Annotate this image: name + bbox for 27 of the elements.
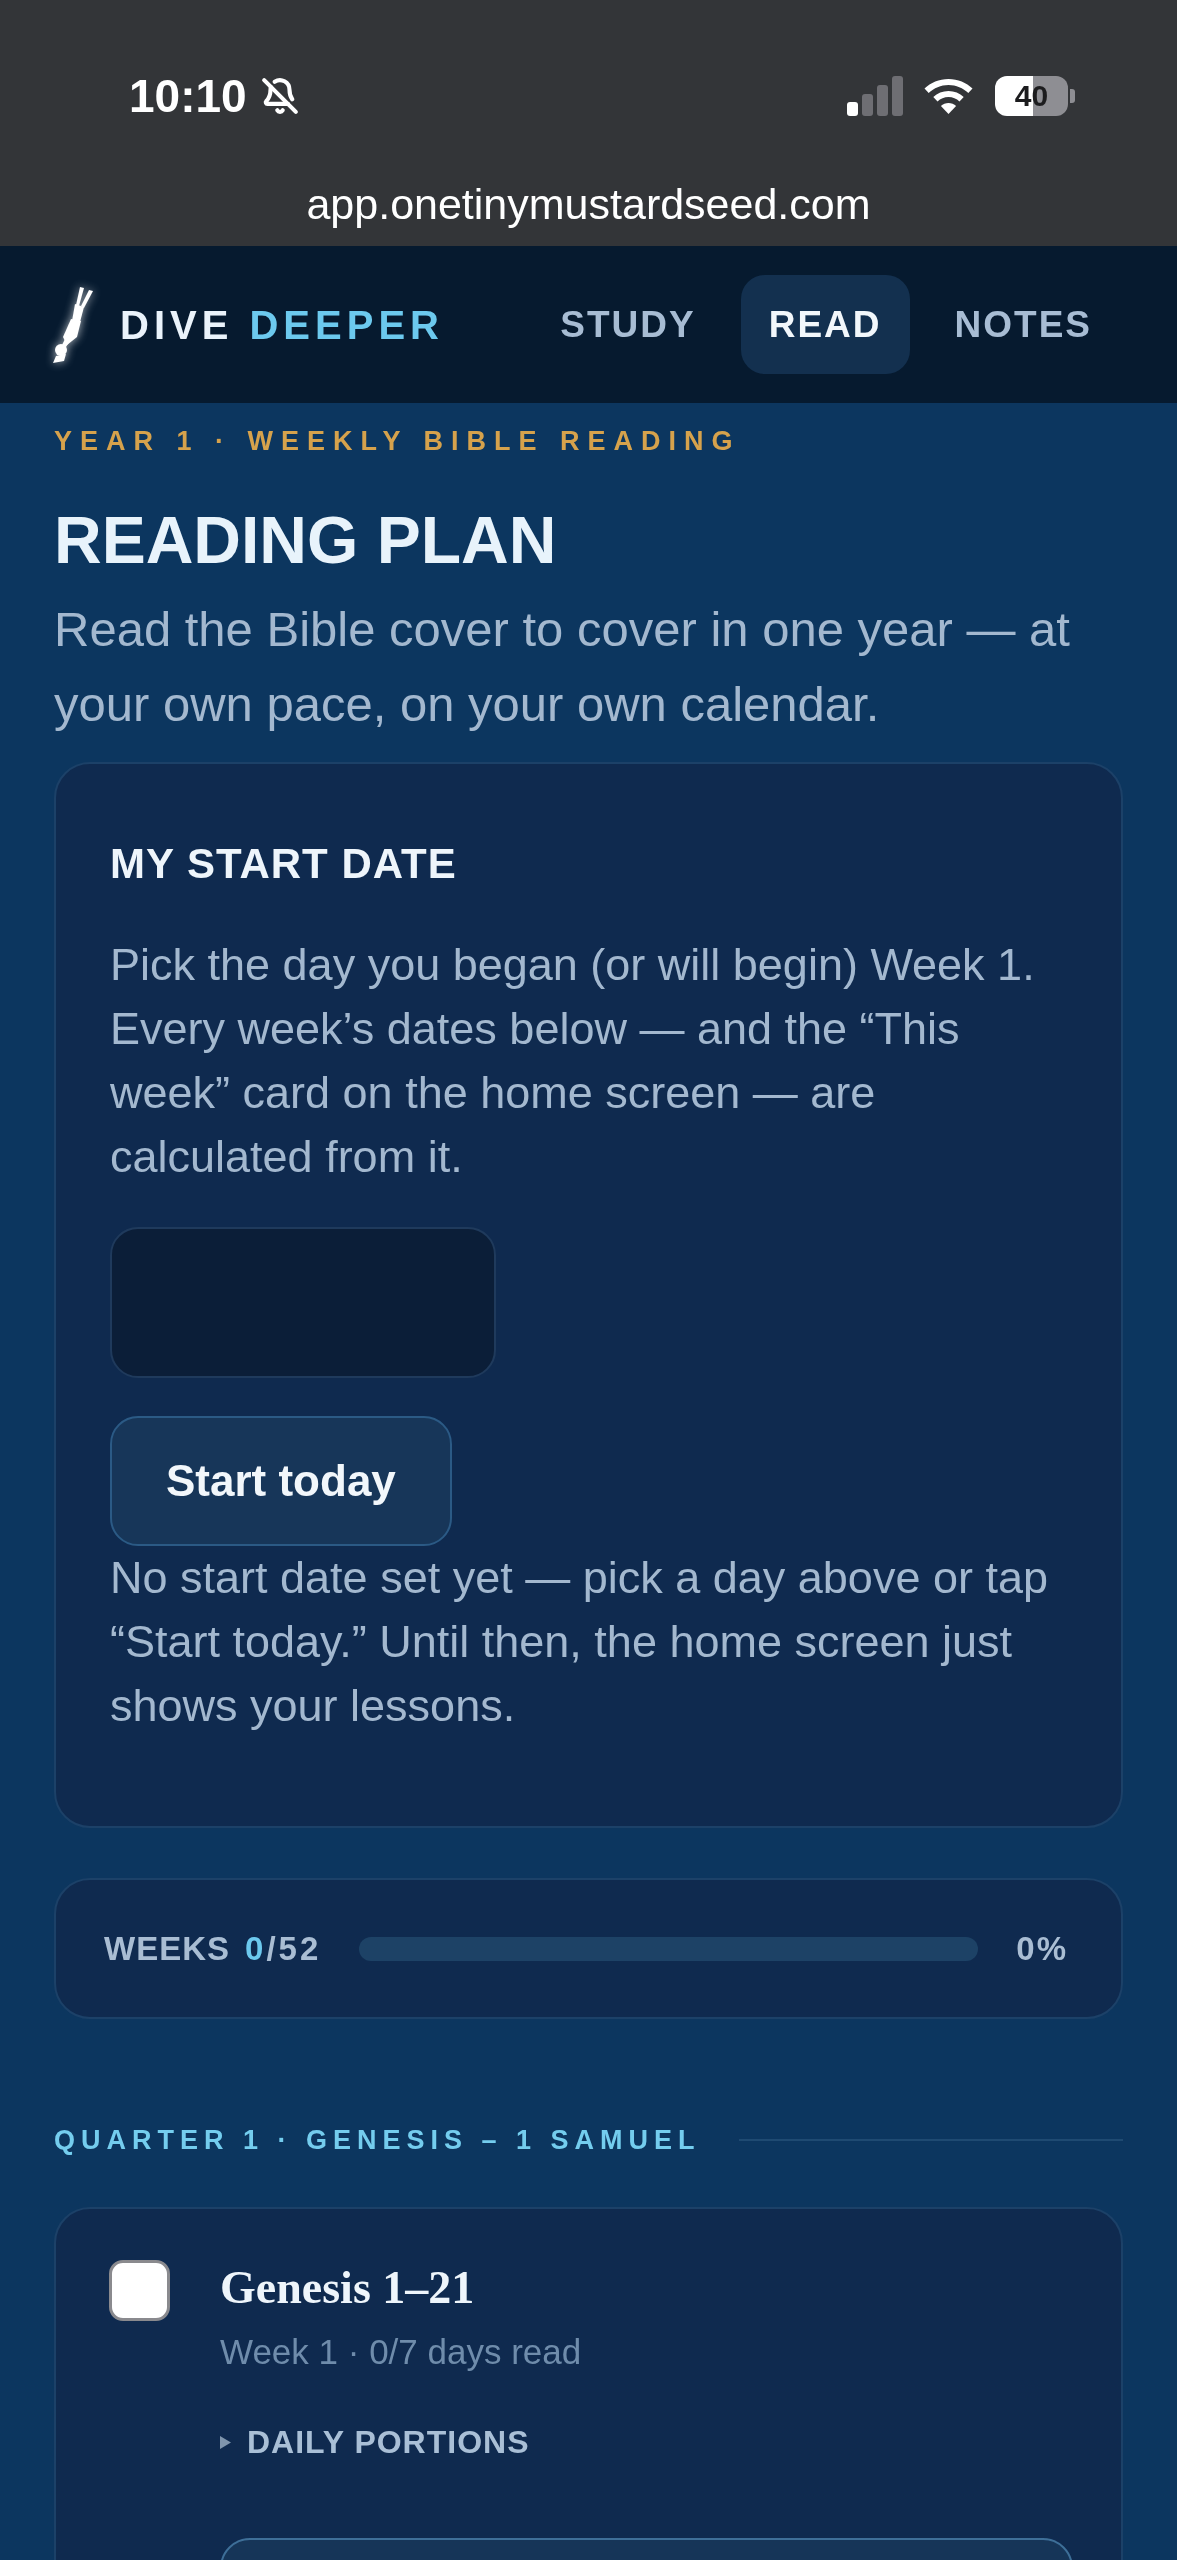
diver-icon (50, 286, 94, 363)
page-subtitle: Read the Bible cover to cover in one year — at your own pace, on your own calendar. (54, 601, 1071, 733)
wifi-icon (924, 78, 973, 114)
clock-time: 10:10 (129, 70, 247, 122)
card-description: Pick the day you began (or will begin) Week 1. Every week’s dates below — and the “This week” card on the home screen — are calculated from it. (110, 938, 1036, 1184)
week-title: Genesis 1–21 (220, 2261, 475, 2315)
date-field[interactable] (110, 1227, 496, 1378)
eyebrow-text: YEAR 1 · WEEKLY BIBLE READING (54, 425, 742, 458)
nav-tab[interactable]: STUDY (532, 275, 724, 374)
nav-tab[interactable]: READ (740, 275, 910, 374)
week-checkbox[interactable] (109, 2260, 170, 2321)
percent-text: 0% (1016, 1928, 1068, 1969)
brand-name: DIVE DEEPER (120, 301, 444, 349)
nav-tab[interactable]: NOTES (926, 275, 1120, 374)
status-note: No start date set yet — pick a day above or tap “Start today.” Until then, the home screen just shows your lessons. (110, 1551, 1049, 1733)
signal-icon (847, 76, 903, 116)
url-text: app.onetinymustardseed.com (306, 179, 871, 229)
start-today-button[interactable]: Start today (110, 1416, 452, 1546)
weeks-count: 0/52 (245, 1928, 322, 1969)
battery-indicator: 40 (995, 76, 1075, 116)
card-title: MY START DATE (110, 839, 457, 889)
quarter-heading: QUARTER 1 · GENESIS – 1 SAMUEL (54, 2124, 701, 2157)
weeks-label: WEEKS (104, 1928, 230, 1969)
caret-icon (220, 2435, 231, 2449)
page-title: READING PLAN (54, 502, 558, 579)
daily-portions-toggle[interactable]: DAILY PORTIONS (220, 2422, 530, 2462)
week-meta: Week 1 · 0/7 days read (220, 2331, 582, 2373)
